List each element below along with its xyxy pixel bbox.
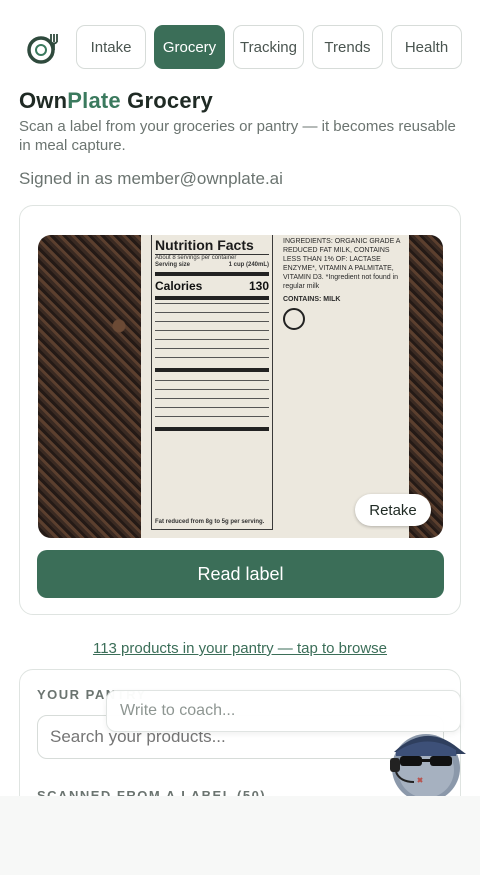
divider xyxy=(155,296,269,300)
tab-grocery[interactable]: Grocery xyxy=(154,25,225,69)
serving-size-value: 1 cup (240mL) xyxy=(228,262,269,268)
divider xyxy=(155,368,269,372)
divider xyxy=(155,272,269,276)
top-nav: Intake Grocery Tracking Trends Health xyxy=(24,24,462,70)
ingredients-text: INGREDIENTS: ORGANIC GRADE A REDUCED FAT… xyxy=(281,235,405,339)
divider xyxy=(155,427,269,431)
calories-value: 130 xyxy=(248,279,269,293)
divider xyxy=(155,407,269,408)
divider xyxy=(155,321,269,322)
nav-tabs: Intake Grocery Tracking Trends Health xyxy=(76,25,462,69)
calories-label: Calories xyxy=(155,279,203,293)
divider xyxy=(155,312,269,313)
page-subtitle: Scan a label from your groceries or pant… xyxy=(19,118,456,154)
page-title: OwnPlate Grocery xyxy=(19,88,213,114)
serving-size-label: Serving size xyxy=(155,262,191,268)
divider xyxy=(155,416,269,417)
brand-own: Own xyxy=(19,88,68,113)
contains-text: CONTAINS: MILK xyxy=(283,296,341,303)
calories-row: Calories 130 xyxy=(155,279,269,293)
retake-button[interactable]: Retake xyxy=(355,494,431,526)
brand-plate: Plate xyxy=(67,88,121,113)
divider xyxy=(155,303,269,304)
label-footer: Fat reduced from 8g to 5g per serving. xyxy=(155,519,265,525)
divider xyxy=(155,339,269,340)
divider xyxy=(155,398,269,399)
coach-input-placeholder: Write to coach... xyxy=(120,702,236,719)
divider xyxy=(155,357,269,358)
divider xyxy=(155,330,269,331)
serving-size-row: Serving size 1 cup (240mL) xyxy=(155,262,269,269)
tab-intake[interactable]: Intake xyxy=(76,25,146,69)
tab-trends[interactable]: Trends xyxy=(312,25,383,69)
divider xyxy=(155,348,269,349)
divider xyxy=(155,389,269,390)
coach-avatar[interactable] xyxy=(386,724,466,804)
read-label-button[interactable]: Read label xyxy=(37,550,444,598)
qai-seal-icon xyxy=(283,308,305,330)
divider xyxy=(155,380,269,381)
label-sheet: Nutrition Facts About 8 servings per con… xyxy=(141,235,409,538)
nutrition-facts-panel: Nutrition Facts About 8 servings per con… xyxy=(151,235,273,530)
tab-tracking[interactable]: Tracking xyxy=(233,25,304,69)
ingredients: INGREDIENTS: ORGANIC GRADE A REDUCED FAT… xyxy=(283,238,401,290)
signed-in-text: Signed in as member@ownplate.ai xyxy=(19,169,283,188)
pantry-browse-link[interactable]: 113 products in your pantry — tap to bro… xyxy=(0,640,480,657)
scan-card: Nutrition Facts About 8 servings per con… xyxy=(19,205,461,615)
tab-health[interactable]: Health xyxy=(391,25,462,69)
brand-grocery: Grocery xyxy=(120,88,213,113)
label-photo: Nutrition Facts About 8 servings per con… xyxy=(38,235,443,538)
ownplate-logo-icon[interactable] xyxy=(24,28,62,66)
coach-avatar-icon xyxy=(390,734,466,802)
bottom-bar xyxy=(0,796,480,875)
servings-text: About 8 servings per container xyxy=(155,255,237,261)
nutrition-facts-title: Nutrition Facts xyxy=(155,237,269,255)
